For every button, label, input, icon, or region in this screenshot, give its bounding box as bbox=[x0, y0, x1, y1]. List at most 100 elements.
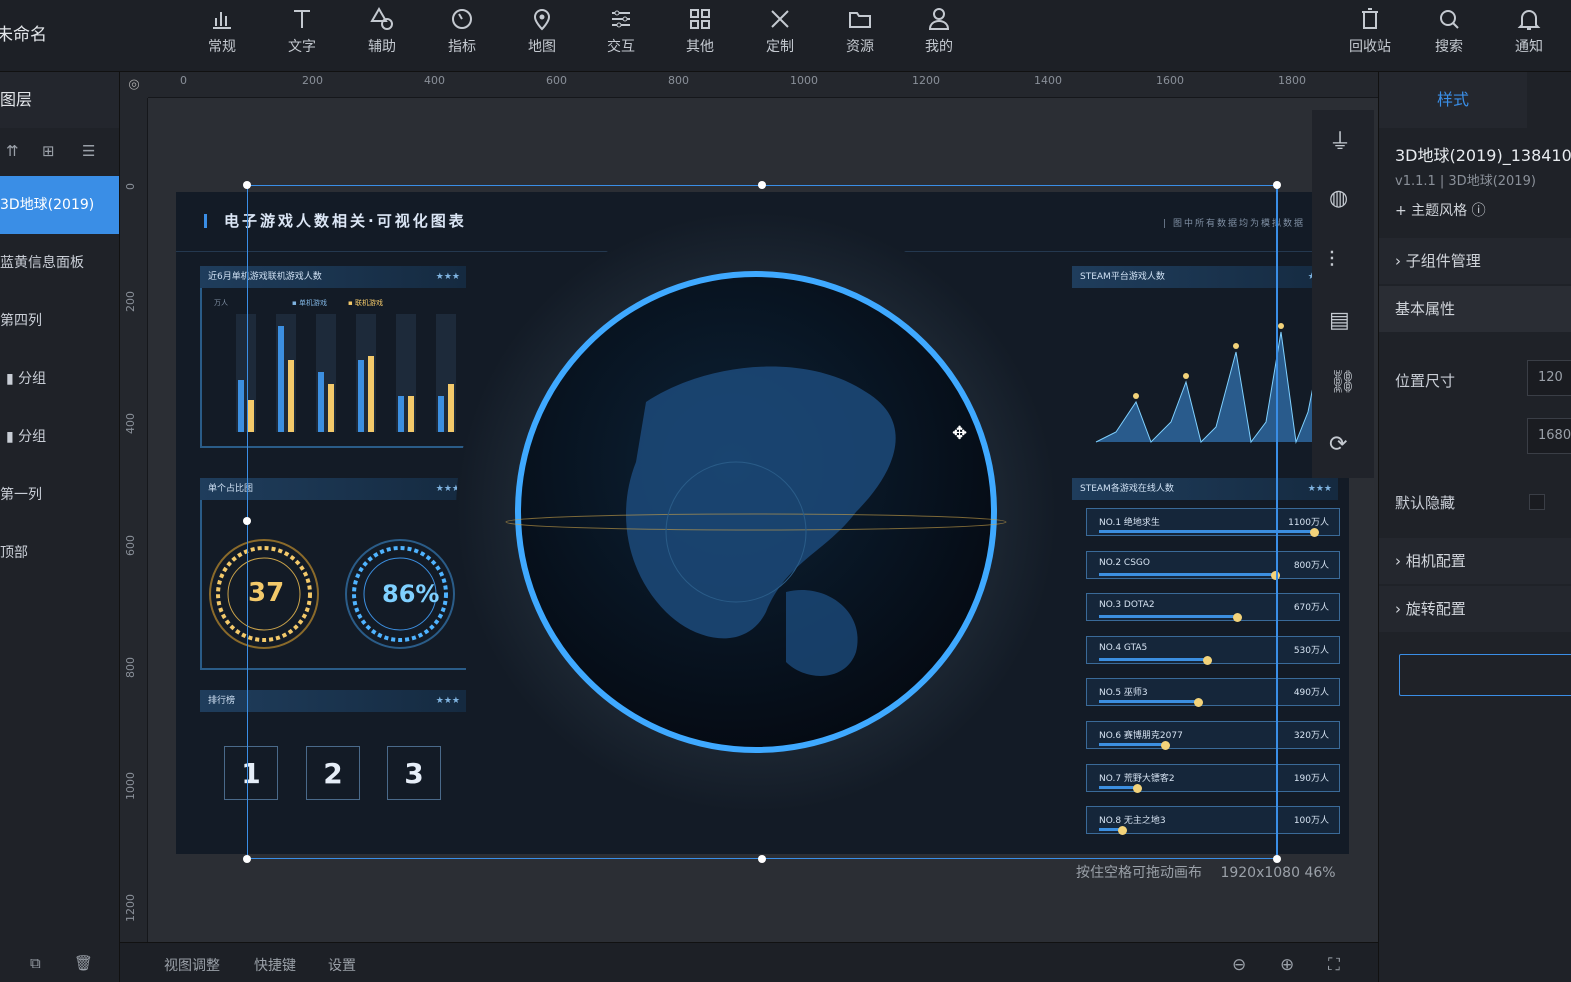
panel-stars: ★★★ bbox=[1307, 484, 1332, 494]
layers-tools: ⇈ ⊞ ☰ bbox=[0, 128, 119, 176]
resize-handle[interactable] bbox=[1273, 181, 1281, 189]
toolbar-item-map[interactable]: 地图 bbox=[512, 6, 572, 56]
shortcuts-button[interactable]: 快捷键 bbox=[254, 955, 296, 975]
resize-handle[interactable] bbox=[243, 517, 251, 525]
layer-up-icon[interactable]: ⇈ bbox=[6, 142, 19, 160]
layer-item-col1[interactable]: 第一列 bbox=[0, 466, 119, 524]
zoom-out-icon[interactable]: ⊖ bbox=[1232, 955, 1246, 975]
toolbar-item-label: 地图 bbox=[528, 39, 556, 55]
resize-handle[interactable] bbox=[758, 181, 766, 189]
rank-value: 320万人 bbox=[1293, 731, 1329, 741]
section-label: 基本属性 bbox=[1395, 300, 1456, 318]
grid-icon bbox=[690, 9, 710, 29]
toolbar-item-resources[interactable]: 资源 bbox=[830, 6, 890, 56]
rank-value: 670万人 bbox=[1293, 603, 1329, 614]
section-camera[interactable]: › 相机配置 bbox=[1379, 538, 1571, 584]
help-icon: ⓘ bbox=[1471, 203, 1486, 219]
settings-button[interactable]: 设置 bbox=[328, 955, 356, 975]
resize-handle[interactable] bbox=[758, 855, 766, 863]
vertical-ruler: 0 200 400 600 800 1000 1200 bbox=[120, 98, 148, 942]
panel-title: 排行榜 bbox=[208, 696, 236, 706]
filter-icon[interactable]: ⏚ bbox=[1329, 124, 1351, 156]
copy-icon[interactable]: ⧉ bbox=[30, 954, 41, 972]
ruler-label: 200 bbox=[124, 291, 137, 312]
ruler-label: 1200 bbox=[124, 894, 137, 922]
section-subcomponents[interactable]: › 子组件管理 bbox=[1379, 238, 1571, 284]
toolbar-item-label: 交互 bbox=[607, 39, 635, 55]
horizontal-ruler: 0 200 400 600 800 1000 1200 1400 1600 18… bbox=[148, 72, 1378, 98]
layer-item-group[interactable]: ▮ 分组 bbox=[0, 408, 119, 466]
toolbar-item-indicator[interactable]: 指标 bbox=[432, 6, 492, 56]
link-icon[interactable]: ⛓ bbox=[1329, 370, 1357, 395]
section-label: 相机配置 bbox=[1405, 552, 1466, 570]
drag-hint: 按住空格可拖动画布 bbox=[1076, 865, 1202, 881]
toolbar-item-interaction[interactable]: 交互 bbox=[591, 6, 651, 56]
ruler-label: 800 bbox=[124, 657, 137, 678]
section-basic[interactable]: 基本属性 bbox=[1379, 286, 1571, 332]
move-cursor-icon: ✥ bbox=[952, 423, 968, 444]
ruler-label: 200 bbox=[302, 74, 323, 87]
toolbar-item-general[interactable]: 常规 bbox=[192, 6, 252, 56]
resize-handle[interactable] bbox=[243, 181, 251, 189]
resize-handle[interactable] bbox=[243, 855, 251, 863]
layer-list-icon[interactable]: ☰ bbox=[82, 142, 95, 160]
chevron-right-icon: › bbox=[1395, 600, 1401, 618]
top-toolbar: 未命名 常规 文字 辅助 指标 地图 交互 其他 定制 资源 我的 回收站 搜索… bbox=[0, 0, 1571, 72]
ruler-label: 1000 bbox=[124, 772, 137, 800]
theme-style-link[interactable]: + 主题风格 ⓘ bbox=[1395, 200, 1486, 220]
layer-item-label: 分组 bbox=[18, 429, 47, 445]
section-rotation[interactable]: › 旋转配置 bbox=[1379, 586, 1571, 632]
layer-item-group[interactable]: ▮ 分组 bbox=[0, 350, 119, 408]
adjust-icon[interactable]: ⫶ bbox=[1329, 248, 1335, 273]
fit-screen-icon[interactable]: ⛶ bbox=[1328, 955, 1340, 975]
layer-item-top[interactable]: 顶部 bbox=[0, 524, 119, 582]
bar-chart-icon bbox=[213, 12, 231, 29]
gauge-icon bbox=[452, 9, 472, 29]
view-adjust-button[interactable]: 视图调整 bbox=[164, 955, 220, 975]
trash-icon[interactable]: 🗑 bbox=[74, 954, 93, 972]
toolbar-item-text[interactable]: 文字 bbox=[272, 6, 332, 56]
pos-x-input[interactable]: 120 bbox=[1527, 360, 1571, 396]
width-input[interactable]: 1680 bbox=[1527, 418, 1571, 454]
layer-item-col4[interactable]: 第四列 bbox=[0, 292, 119, 350]
layer-item-label: 分组 bbox=[18, 371, 47, 387]
refresh-icon[interactable]: ⟳ bbox=[1329, 432, 1347, 457]
layout-icon[interactable]: ▤ bbox=[1329, 308, 1350, 333]
toolbar-item-label: 文字 bbox=[288, 39, 316, 55]
tab-style[interactable]: 样式 bbox=[1379, 72, 1527, 128]
selection-box[interactable] bbox=[247, 185, 1277, 859]
sliders-icon bbox=[612, 10, 630, 28]
rank-value: 190万人 bbox=[1293, 773, 1329, 784]
ruler-label: 400 bbox=[424, 74, 445, 87]
toolbar-item-other[interactable]: 其他 bbox=[670, 6, 730, 56]
search-button[interactable]: 搜索 bbox=[1419, 6, 1479, 56]
chevron-right-icon: › bbox=[1395, 552, 1401, 570]
layer-item-info-panel[interactable]: 蓝黄信息面板 bbox=[0, 234, 119, 292]
ruler-label: 400 bbox=[124, 413, 137, 434]
canvas-hint: 按住空格可拖动画布 1920x1080 46% bbox=[1076, 862, 1336, 882]
component-name: 3D地球(2019)_138410 bbox=[1395, 146, 1571, 165]
notification-button[interactable]: 通知 bbox=[1499, 6, 1559, 56]
ruler-toggle[interactable]: ◎ bbox=[120, 72, 148, 98]
palette-icon[interactable]: ◍ bbox=[1329, 186, 1348, 211]
toolbar-item-mine[interactable]: 我的 bbox=[909, 6, 969, 56]
position-label: 位置尺寸 bbox=[1395, 372, 1456, 390]
action-button[interactable] bbox=[1399, 654, 1571, 696]
zoom-in-icon[interactable]: ⊕ bbox=[1280, 955, 1294, 975]
rank-value: 800万人 bbox=[1293, 560, 1329, 571]
layer-align-icon[interactable]: ⊞ bbox=[42, 142, 55, 160]
layer-item-globe[interactable]: 3D地球(2019) bbox=[0, 176, 119, 234]
rank-dot bbox=[1310, 528, 1319, 537]
toolbar-item-label: 通知 bbox=[1515, 39, 1543, 55]
text-icon bbox=[294, 10, 310, 28]
ruler-label: 0 bbox=[180, 74, 187, 87]
toolbar-item-label: 其他 bbox=[686, 39, 714, 55]
folder-icon bbox=[849, 12, 871, 28]
tools-icon bbox=[771, 10, 789, 28]
rank-value: 100万人 bbox=[1293, 816, 1329, 827]
toolbar-item-auxiliary[interactable]: 辅助 bbox=[352, 6, 412, 56]
toolbar-item-custom[interactable]: 定制 bbox=[750, 6, 810, 56]
hidden-checkbox[interactable] bbox=[1529, 494, 1545, 510]
recycle-bin-button[interactable]: 回收站 bbox=[1340, 6, 1400, 56]
project-title[interactable]: 未命名 bbox=[0, 20, 47, 45]
